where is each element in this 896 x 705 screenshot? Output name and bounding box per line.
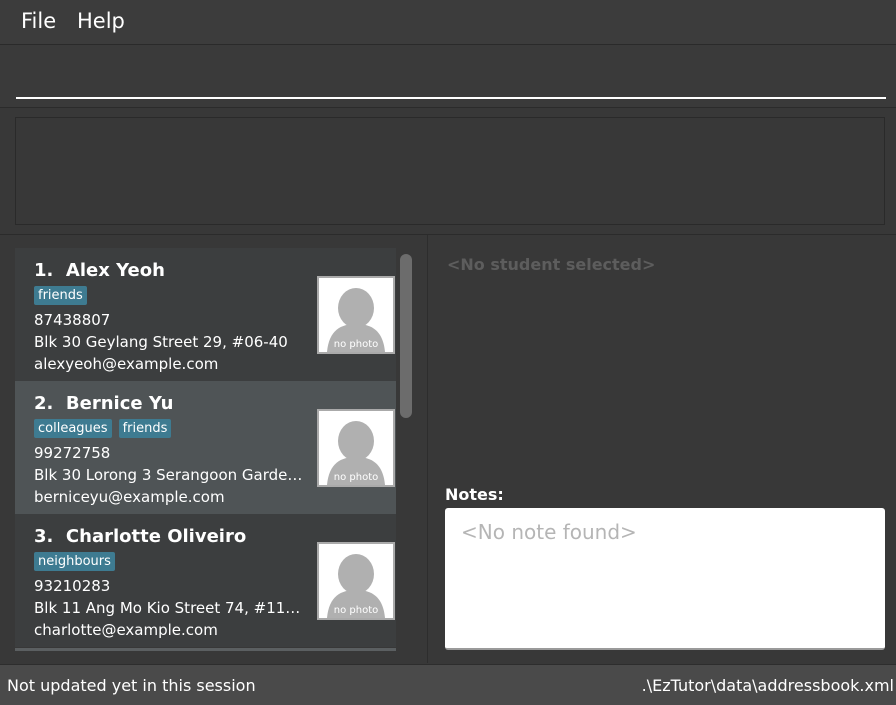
- menu-file[interactable]: File: [21, 9, 56, 33]
- student-email: berniceyu@example.com: [34, 488, 225, 506]
- student-name: 2. Bernice Yu: [34, 393, 173, 414]
- save-location: .\EzTutor\data\addressbook.xml: [641, 676, 894, 695]
- tag: friends: [34, 286, 87, 305]
- notes-area[interactable]: <No note found>: [445, 508, 885, 650]
- student-email: charlotte@example.com: [34, 621, 218, 639]
- result-display: [15, 117, 885, 225]
- student-list-panel: 1. Alex Yeoh friends 87438807 Blk 30 Gey…: [0, 235, 428, 663]
- next-card-edge: [15, 648, 396, 651]
- student-address: Blk 30 Lorong 3 Serangoon Garden...: [34, 466, 304, 484]
- student-phone: 87438807: [34, 311, 111, 329]
- photo-label: no photo: [333, 339, 379, 350]
- student-address: Blk 11 Ang Mo Kio Street 74, #11-04: [34, 599, 304, 617]
- student-index: 1.: [34, 260, 54, 281]
- student-phone: 93210283: [34, 577, 111, 595]
- student-card[interactable]: 2. Bernice Yu colleagues friends 9927275…: [15, 381, 396, 514]
- student-name-text: Bernice Yu: [65, 393, 174, 414]
- tag-list: neighbours: [34, 552, 115, 571]
- no-photo-avatar: no photo: [317, 409, 395, 487]
- photo-label: no photo: [333, 605, 379, 616]
- student-name-text: Charlotte Oliveiro: [65, 526, 247, 547]
- student-name-text: Alex Yeoh: [65, 260, 165, 281]
- tag-list: friends: [34, 286, 87, 305]
- student-address: Blk 30 Geylang Street 29, #06-40: [34, 333, 288, 351]
- status-bar: Not updated yet in this session .\EzTuto…: [0, 664, 896, 705]
- result-display-area: [0, 108, 896, 235]
- student-detail-panel: <No student selected> Notes: <No note fo…: [428, 235, 896, 663]
- tag: colleagues: [34, 419, 112, 438]
- tag: neighbours: [34, 552, 115, 571]
- menu-help[interactable]: Help: [77, 9, 125, 33]
- command-box: [0, 45, 896, 108]
- student-name: 3. Charlotte Oliveiro: [34, 526, 246, 547]
- student-list: 1. Alex Yeoh friends 87438807 Blk 30 Gey…: [15, 248, 396, 650]
- student-card[interactable]: 3. Charlotte Oliveiro neighbours 9321028…: [15, 514, 396, 647]
- photo-label: no photo: [333, 472, 379, 483]
- student-card[interactable]: 1. Alex Yeoh friends 87438807 Blk 30 Gey…: [15, 248, 396, 381]
- menu-bar: File Help: [0, 0, 896, 45]
- student-index: 3.: [34, 526, 54, 547]
- student-name: 1. Alex Yeoh: [34, 260, 165, 281]
- notes-label: Notes:: [445, 485, 504, 504]
- tag: friends: [118, 419, 172, 438]
- student-index: 2.: [34, 393, 54, 414]
- command-input[interactable]: [16, 53, 886, 99]
- tag-list: colleagues friends: [34, 419, 172, 438]
- student-email: alexyeoh@example.com: [34, 355, 219, 373]
- no-student-selected-text: <No student selected>: [447, 255, 656, 274]
- notes-placeholder: <No note found>: [461, 520, 637, 544]
- list-scrollbar[interactable]: [400, 254, 412, 418]
- no-photo-avatar: no photo: [317, 276, 395, 354]
- no-photo-avatar: no photo: [317, 542, 395, 620]
- student-phone: 99272758: [34, 444, 111, 462]
- sync-status: Not updated yet in this session: [7, 676, 256, 695]
